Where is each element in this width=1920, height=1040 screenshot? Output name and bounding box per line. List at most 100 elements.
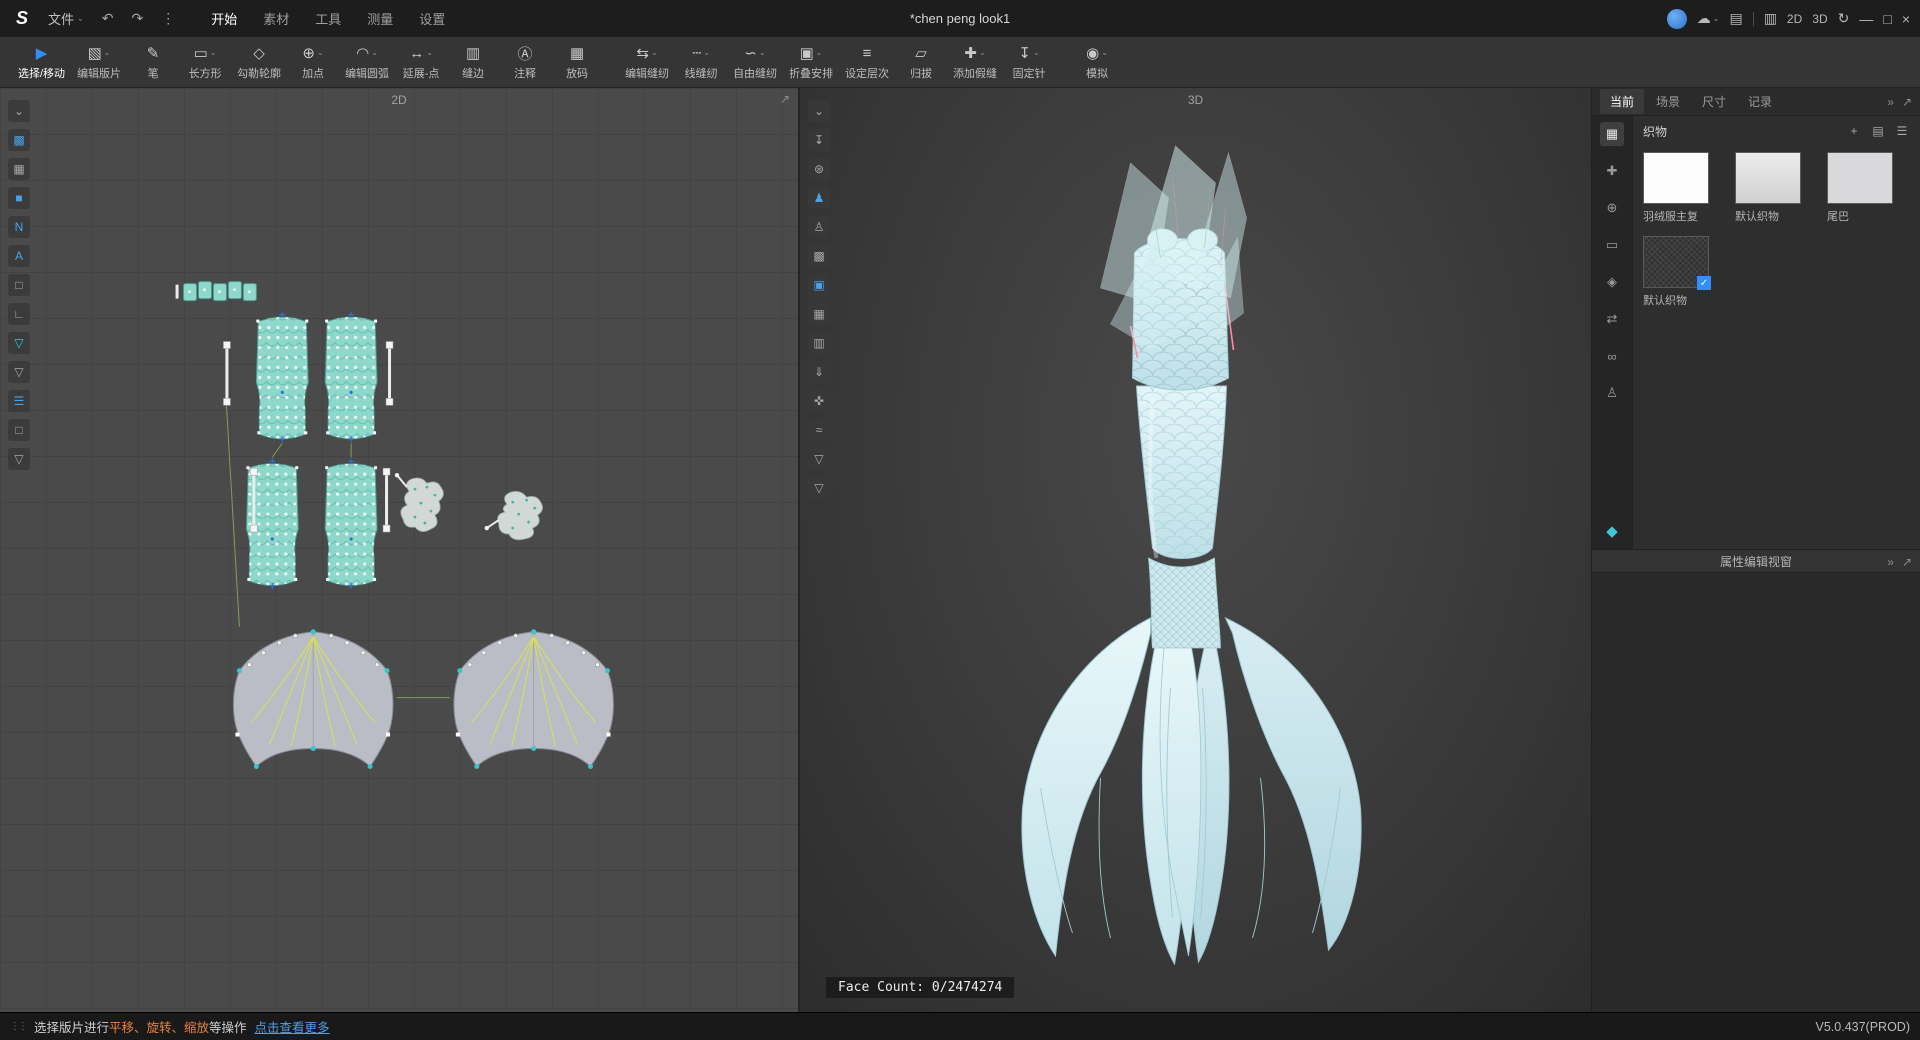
mesh-view-icon[interactable]: ▥: [808, 332, 830, 354]
surface-view-icon[interactable]: ▣: [808, 274, 830, 296]
garment-alt-icon[interactable]: ▽: [808, 477, 830, 499]
strip3d-collapse-icon[interactable]: ⌄: [808, 100, 830, 122]
grading-tool[interactable]: ▦放码: [551, 39, 603, 85]
sidebar-collapse-icon[interactable]: »: [1887, 95, 1894, 109]
strip2d-collapse-icon[interactable]: ⌄: [8, 100, 30, 122]
fabric-item-1[interactable]: 默认织物: [1735, 152, 1813, 224]
globe-icon[interactable]: ⊕: [1600, 196, 1624, 220]
sidebar-tab-0[interactable]: 当前: [1600, 89, 1644, 114]
sheet-icon[interactable]: □: [8, 419, 30, 441]
menu-item-2[interactable]: 工具: [303, 5, 353, 32]
viewport-3d[interactable]: 3D ⌄↧⊛♟♙▩▣▦▥⇓✜≈▽▽: [800, 88, 1592, 1012]
select-move-tool[interactable]: ▶选择/移动: [12, 39, 71, 85]
seam-allowance-tool[interactable]: ▥缝边: [447, 39, 499, 85]
press-tool[interactable]: ▱归拔: [895, 39, 947, 85]
properties-panel-header[interactable]: 属性编辑视窗 » ↗: [1592, 549, 1920, 573]
pattern-page-icon[interactable]: □: [8, 274, 30, 296]
pattern-piece-tail-1[interactable]: [256, 312, 308, 443]
pattern-piece-tail-2[interactable]: [325, 312, 377, 443]
trace-outline-tool[interactable]: ◇勾勒轮廓: [231, 39, 287, 85]
menu-item-3[interactable]: 测量: [355, 5, 405, 32]
wind-icon[interactable]: ≈: [808, 419, 830, 441]
fabric-grid-view-icon[interactable]: ▤: [1870, 123, 1886, 139]
minimize-button[interactable]: —: [1859, 11, 1873, 27]
seamline-toggle-icon[interactable]: ☰: [8, 390, 30, 412]
cloud-sync-icon[interactable]: ☁⌄: [1697, 10, 1720, 27]
edit-sewing-tool[interactable]: ⇆⌄编辑缝纫: [619, 39, 675, 85]
free-sewing-tool[interactable]: ∽⌄自由缝纫: [727, 39, 783, 85]
pin-mode-icon[interactable]: ↧: [808, 129, 830, 151]
fill-toggle-icon[interactable]: ■: [8, 187, 30, 209]
grid-view-icon[interactable]: ▦: [808, 303, 830, 325]
fabric-list-view-icon[interactable]: ☰: [1894, 123, 1910, 139]
menu-item-4[interactable]: 设置: [407, 5, 457, 32]
sidebar-tab-1[interactable]: 场景: [1646, 89, 1690, 114]
garment-cyan-icon[interactable]: ▽: [8, 332, 30, 354]
fabric-library-icon[interactable]: ▦: [1600, 122, 1624, 146]
texture-toggle-icon[interactable]: ▩: [8, 129, 30, 151]
more-menu-icon[interactable]: ⋮: [157, 10, 179, 27]
pattern-2d-canvas[interactable]: [0, 88, 798, 1012]
measure-icon[interactable]: ✜: [808, 390, 830, 412]
pen-tool[interactable]: ✎笔: [127, 39, 179, 85]
flatten-icon[interactable]: ▭: [1600, 233, 1624, 257]
rectangle-tool[interactable]: ▭⌄长方形: [179, 39, 231, 85]
shirt-icon[interactable]: ▽: [8, 448, 30, 470]
add-point-tool[interactable]: ⊕⌄加点: [287, 39, 339, 85]
annotation-tool[interactable]: Ⓐ注释: [499, 39, 551, 85]
corner-tool-icon[interactable]: ∟: [8, 303, 30, 325]
render-mode-cube-icon[interactable]: ◆: [1600, 519, 1624, 543]
fix-pin-tool[interactable]: ↧⌄固定针: [1003, 39, 1055, 85]
seam-pin-2[interactable]: [386, 342, 393, 406]
notch-toggle-icon[interactable]: N: [8, 216, 30, 238]
view-2d-button[interactable]: 2D: [1787, 12, 1802, 26]
user-avatar-icon[interactable]: [1667, 9, 1687, 29]
sidebar-tab-2[interactable]: 尺寸: [1692, 89, 1736, 114]
pattern-piece-waistband[interactable]: [176, 282, 257, 301]
annotation-toggle-icon[interactable]: A: [8, 245, 30, 267]
edit-pattern-tool[interactable]: ▧⌄编辑版片: [71, 39, 127, 85]
link-icon[interactable]: ∞: [1600, 344, 1624, 368]
status-more-link[interactable]: 点击查看更多: [255, 1017, 330, 1036]
seam-pin-4[interactable]: [383, 468, 390, 532]
render-3d-canvas[interactable]: [800, 88, 1591, 1012]
garment-outline-icon[interactable]: ▽: [8, 361, 30, 383]
figure-icon[interactable]: ♙: [1600, 381, 1624, 405]
gravity-icon[interactable]: ⇓: [808, 361, 830, 383]
pattern-piece-tail-4[interactable]: [325, 458, 377, 589]
sidebar-pin-icon[interactable]: ↗: [1902, 95, 1912, 109]
avatar-hide-icon[interactable]: ♙: [808, 216, 830, 238]
tools-icon[interactable]: ⊛: [808, 158, 830, 180]
pattern-piece-fin-right[interactable]: [454, 629, 614, 769]
fabric-item-0[interactable]: 羽绒服主复: [1643, 152, 1721, 224]
line-sewing-tool[interactable]: ┄⌄线缝纫: [675, 39, 727, 85]
set-layer-tool[interactable]: ≡设定层次: [839, 39, 895, 85]
menu-item-0[interactable]: 开始: [199, 5, 249, 32]
avatar-show-icon[interactable]: ♟: [808, 187, 830, 209]
edit-arc-tool[interactable]: ◠⌄编辑圆弧: [339, 39, 395, 85]
simulate-tool[interactable]: ◉⌄模拟: [1071, 39, 1123, 85]
garment-veil[interactable]: [1101, 146, 1247, 348]
garment-mermaid-tail[interactable]: [1022, 229, 1361, 964]
swap-icon[interactable]: ⇄: [1600, 307, 1624, 331]
fabric-item-2[interactable]: 尾巴: [1827, 152, 1905, 224]
feedback-icon[interactable]: ▤: [1729, 10, 1742, 27]
add-fabric-button[interactable]: +: [1846, 123, 1862, 139]
pattern-piece-shell-right[interactable]: [485, 491, 543, 540]
texture-view-icon[interactable]: ▩: [808, 245, 830, 267]
move-gizmo-icon[interactable]: ✚: [1600, 159, 1624, 183]
garment-view-icon[interactable]: ▽: [808, 448, 830, 470]
reset-view-icon[interactable]: ↻: [1838, 10, 1850, 27]
properties-collapse-icon[interactable]: »: [1887, 555, 1894, 569]
pattern-piece-fin-left[interactable]: [233, 629, 393, 769]
seam-pin-1[interactable]: [223, 342, 230, 406]
redo-icon[interactable]: ↷: [127, 10, 147, 27]
maximize-button[interactable]: □: [1883, 11, 1891, 27]
properties-expand-icon[interactable]: ↗: [1902, 555, 1912, 569]
sidebar-tab-3[interactable]: 记录: [1738, 89, 1782, 114]
viewport-2d[interactable]: 2D ↗ ⌄▩▦■NA□∟▽▽☰□▽: [0, 88, 800, 1012]
panel-layout-icon[interactable]: ▥: [1764, 10, 1777, 27]
close-button[interactable]: ×: [1902, 11, 1910, 27]
pattern-piece-shell-left[interactable]: [395, 473, 444, 532]
fabric-item-3[interactable]: ✓默认织物: [1643, 236, 1721, 308]
